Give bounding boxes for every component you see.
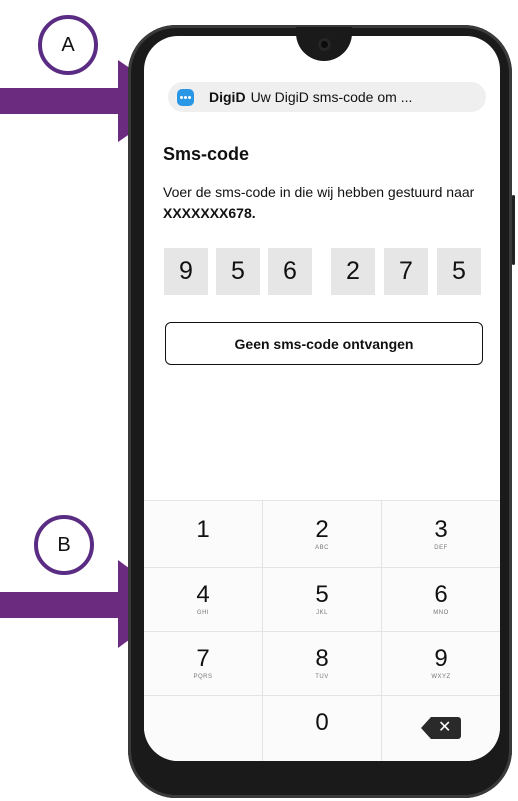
page-title: Sms-code [163,144,250,164]
notification-app-name: DigiD [209,89,246,105]
notification-message: Uw DigiD sms-code om ... [250,89,413,105]
code-digit-3[interactable]: 6 [268,248,312,295]
key-digit: 0 [315,709,329,736]
code-digit-5[interactable]: 7 [384,248,428,295]
key-letters: MNO [433,610,449,616]
phone-number: XXXXXXX678. [163,205,256,221]
key-digit: 6 [434,581,448,608]
key-digit: 2 [315,516,329,543]
key-6[interactable]: 6 MNO [382,568,500,632]
key-letters: DEF [434,545,448,551]
key-digit: 4 [196,581,210,608]
phone-screen: DigiD Uw DigiD sms-code om ... Sms-code … [144,36,500,761]
key-9[interactable]: 9 WXYZ [382,632,500,696]
numeric-keypad: 1 2 ABC 3 DEF 4 GHI 5 JKL 6 MNO 7 PQRS 8 [144,500,500,761]
key-letters: TUV [315,674,329,680]
key-digit: 7 [196,645,210,672]
key-4[interactable]: 4 GHI [144,568,262,632]
notification-banner[interactable]: DigiD Uw DigiD sms-code om ... [168,82,486,112]
key-digit: 8 [315,645,329,672]
key-7[interactable]: 7 PQRS [144,632,262,696]
key-1[interactable]: 1 [144,503,262,567]
key-letters: JKL [316,610,328,616]
code-digit-1[interactable]: 9 [164,248,208,295]
code-digit-4[interactable]: 2 [331,248,375,295]
code-digit-6[interactable]: 5 [437,248,481,295]
key-letters: ABC [315,545,329,551]
key-8[interactable]: 8 TUV [263,632,381,696]
key-5[interactable]: 5 JKL [263,568,381,632]
camera-icon [318,38,331,51]
key-letters: WXYZ [431,674,451,680]
key-0[interactable]: 0 [263,696,381,760]
instruction-text: Voer de sms-code in die wij hebben gestu… [163,182,493,224]
key-digit: 3 [434,516,448,543]
backspace-icon: ✕ [421,717,461,739]
key-letters: PQRS [193,674,213,680]
instruction-description: Voer de sms-code in die wij hebben gestu… [163,184,475,200]
key-digit: 1 [196,516,210,543]
key-digit: 5 [315,581,329,608]
key-letters: GHI [196,610,210,616]
code-digit-2[interactable]: 5 [216,248,260,295]
key-2[interactable]: 2 ABC [263,503,381,567]
key-digit: 9 [434,645,448,672]
key-3[interactable]: 3 DEF [382,503,500,567]
backspace-key[interactable]: ✕ [382,696,500,760]
resend-code-button[interactable]: Geen sms-code ontvangen [165,322,483,365]
chat-bubble-icon [177,88,194,106]
